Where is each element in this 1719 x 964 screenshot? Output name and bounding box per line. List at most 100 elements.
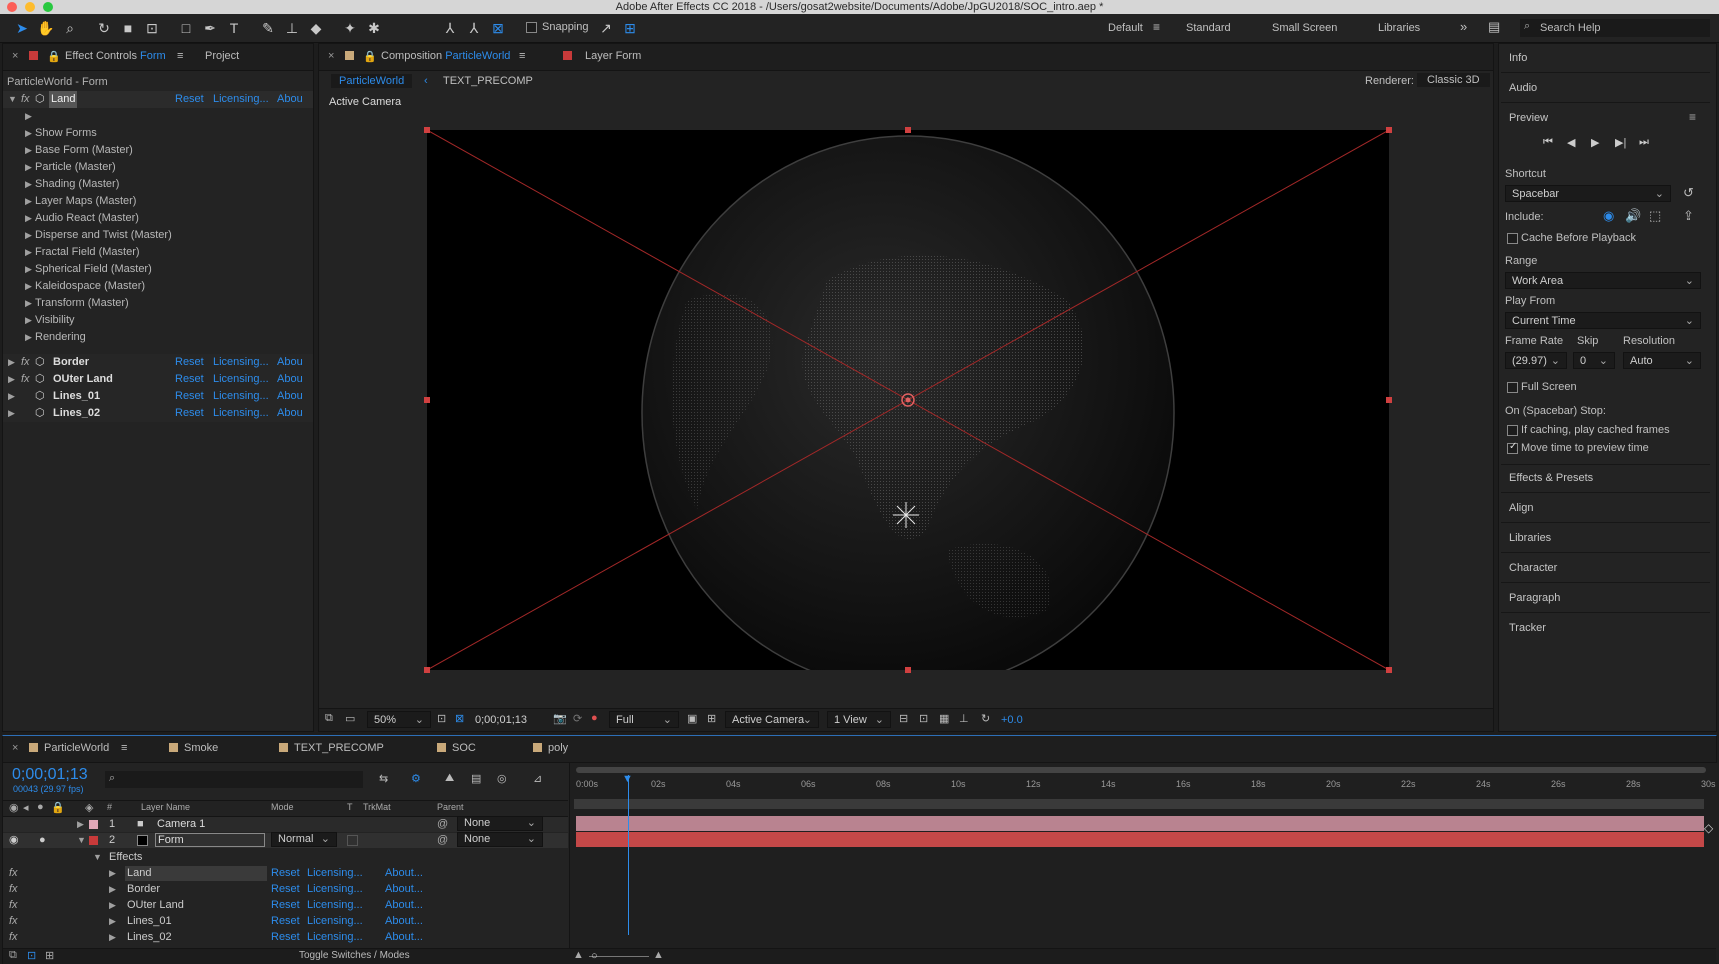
preserve-transparency-checkbox[interactable] xyxy=(347,835,358,846)
pickwhip-icon[interactable]: @ xyxy=(437,817,448,832)
parent-dropdown[interactable]: None ⌄ xyxy=(457,832,543,847)
breadcrumb-particleworld[interactable]: ParticleWorld xyxy=(331,74,413,88)
zoom-slider-knob[interactable]: ○ xyxy=(591,950,598,962)
view-layout-dropdown[interactable]: 1 View ⌄ xyxy=(827,711,891,728)
frame-handle[interactable] xyxy=(905,667,911,673)
frame-blending-icon[interactable]: ▤ xyxy=(471,772,481,785)
include-overlays-icon[interactable]: ⬚ xyxy=(1649,208,1661,224)
puppet-pin-tool-icon[interactable]: ✱ xyxy=(364,18,384,38)
hand-tool-icon[interactable]: ✋ xyxy=(36,18,56,38)
comp-mini-flowchart-icon[interactable]: ⇆ xyxy=(379,772,388,785)
viewer-timecode[interactable]: 0;00;01;13 xyxy=(475,714,527,726)
about-link[interactable]: About... xyxy=(385,898,423,913)
timeline-effect-row[interactable]: fx ▶ Border Reset Licensing... About... xyxy=(3,882,568,897)
toggle-switches-modes-button[interactable]: Toggle Switches / Modes xyxy=(299,950,410,961)
label-tag-icon[interactable]: ◈ xyxy=(85,801,93,814)
clone-stamp-tool-icon[interactable]: ⊥ xyxy=(282,18,302,38)
parent-dropdown[interactable]: None ⌄ xyxy=(457,816,543,831)
tab-effect-controls[interactable]: Effect Controls Form xyxy=(65,50,166,62)
layer-label-swatch[interactable] xyxy=(89,836,98,845)
effect-controls-menu-icon[interactable]: ≡ xyxy=(177,50,183,62)
frame-handle[interactable] xyxy=(424,127,430,133)
expand-triangle-icon[interactable]: ▶ xyxy=(25,193,32,210)
frame-handle[interactable] xyxy=(424,667,430,673)
effect-property-group[interactable]: ▶ Base Form (Master) xyxy=(3,142,313,159)
fx-icon[interactable]: fx xyxy=(9,866,18,881)
tracker-panel-header[interactable]: Tracker xyxy=(1509,622,1546,634)
column-layer-name[interactable]: Layer Name xyxy=(141,802,190,812)
timeline-graph-area[interactable]: 0:00s 02s 04s 06s 08s 10s 12s 14s 16s 18s 20s 22s 24… xyxy=(569,763,1719,963)
timeline-effect-row[interactable]: fx ▶ Land Reset Licensing... About... xyxy=(3,866,568,881)
effect-property-group[interactable]: ▶ Layer Maps (Master) xyxy=(3,193,313,210)
layer-row-camera[interactable]: ▶ 1 ■ Camera 1 @ None ⌄ xyxy=(3,816,568,832)
camera-tool-icon[interactable]: ■ xyxy=(118,18,138,38)
workspace-standard[interactable]: Standard xyxy=(1186,22,1231,34)
expand-modes-icon[interactable]: ⊞ xyxy=(45,949,54,962)
workspace-layout-icon[interactable]: ▤ xyxy=(1488,19,1500,35)
work-area-bar[interactable] xyxy=(574,799,1704,809)
selection-tool-icon[interactable]: ➤ xyxy=(12,18,32,38)
expand-triangle-icon[interactable]: ▶ xyxy=(25,227,32,244)
timeline-effect-row[interactable]: fx ▶ Lines_02 Reset Licensing... About... xyxy=(3,930,568,945)
expand-triangle-icon[interactable]: ▶ xyxy=(25,210,32,227)
solo-dot-icon[interactable]: ● xyxy=(39,833,46,848)
transparency-grid-icon[interactable]: ⊠ xyxy=(455,712,464,725)
composition-menu-icon[interactable]: ≡ xyxy=(519,50,525,62)
timeline-search-input[interactable]: ⌕ xyxy=(105,771,363,788)
frame-rate-dropdown[interactable]: (29.97) ⌄ xyxy=(1505,352,1567,369)
expand-triangle-icon[interactable]: ▶ xyxy=(25,261,32,278)
blend-mode-dropdown[interactable]: Normal ⌄ xyxy=(271,832,337,847)
minimize-window-button[interactable] xyxy=(25,2,35,12)
previous-frame-icon[interactable]: ◀ xyxy=(1567,136,1575,149)
tab-composition[interactable]: Composition ParticleWorld xyxy=(381,50,510,62)
effect-row-border[interactable]: ▶ fx ⬡ Border Reset Licensing... Abou xyxy=(3,354,313,371)
effect-property-group[interactable]: ▶ Audio React (Master) xyxy=(3,210,313,227)
expand-triangle-icon[interactable]: ▶ xyxy=(109,866,116,881)
column-mode[interactable]: Mode xyxy=(271,802,294,812)
effect-property-group[interactable]: ▶ Disperse and Twist (Master) xyxy=(3,227,313,244)
layer-name-field[interactable]: Form xyxy=(155,833,265,847)
expand-triangle-icon[interactable]: ▶ xyxy=(109,898,116,913)
expand-triangle-icon[interactable]: ▶ xyxy=(109,914,116,929)
fx-icon[interactable]: fx xyxy=(9,930,18,945)
timeline-timecode[interactable]: 0;00;01;13 xyxy=(12,766,88,784)
tab-timeline-soc[interactable]: SOC xyxy=(437,742,476,754)
licensing-link[interactable]: Licensing... xyxy=(307,866,363,881)
last-frame-icon[interactable]: ⏭ xyxy=(1639,136,1649,149)
export-icon[interactable]: ⇪ xyxy=(1683,208,1694,224)
effect-property-group[interactable]: ▶ Shading (Master) xyxy=(3,176,313,193)
toggle-transparency-icon[interactable]: ⊞ xyxy=(707,712,716,725)
playhead-icon[interactable]: ▼ xyxy=(622,773,633,785)
snapping-checkbox[interactable] xyxy=(526,22,537,33)
resolution-dropdown[interactable]: Auto ⌄ xyxy=(1623,352,1701,369)
include-audio-icon[interactable]: 🔊 xyxy=(1625,208,1641,224)
snapshot-camera-icon[interactable]: 📷 xyxy=(553,712,567,725)
flowchart-icon[interactable]: ⊥ xyxy=(959,712,969,725)
next-frame-icon[interactable]: ▶| xyxy=(1615,136,1626,149)
world-axis-icon[interactable]: ⅄ xyxy=(464,18,484,38)
licensing-link[interactable]: Licensing... xyxy=(307,930,363,945)
fx-icon[interactable]: fx xyxy=(21,91,30,108)
skip-dropdown[interactable]: 0 ⌄ xyxy=(1573,352,1615,369)
workspace-default[interactable]: Default xyxy=(1108,22,1143,34)
expand-triangle-icon[interactable]: ▶ xyxy=(25,244,32,261)
monitor-icon[interactable]: ▭ xyxy=(345,712,355,725)
licensing-link[interactable]: Licensing... xyxy=(213,91,269,108)
first-frame-icon[interactable]: ⏮ xyxy=(1543,136,1553,149)
column-trkmat[interactable]: TrkMat xyxy=(363,802,391,812)
current-time-indicator[interactable] xyxy=(628,775,629,935)
timeline-icon[interactable]: ▦ xyxy=(939,712,949,725)
about-link[interactable]: Abou xyxy=(277,91,303,108)
about-link[interactable]: Abou xyxy=(277,371,303,388)
layer-row-form[interactable]: ◉ ● ▼ 2 Form Normal ⌄ @ None ⌄ xyxy=(3,832,568,848)
expand-triangle-icon[interactable]: ▶ xyxy=(8,405,15,422)
licensing-link[interactable]: Licensing... xyxy=(307,898,363,913)
shy-layers-icon[interactable]: ⛰ xyxy=(445,772,454,785)
fast-previews-icon[interactable]: ⊡ xyxy=(919,712,928,725)
show-snapshot-icon[interactable]: ⟳ xyxy=(573,712,582,725)
if-caching-checkbox[interactable] xyxy=(1507,425,1518,436)
expand-triangle-icon[interactable]: ▶ xyxy=(8,354,15,371)
tab-timeline-text-precomp[interactable]: TEXT_PRECOMP xyxy=(279,742,384,754)
search-help-box[interactable]: ⌕ Search Help xyxy=(1520,19,1710,37)
pan-behind-tool-icon[interactable]: ⊡ xyxy=(142,18,162,38)
